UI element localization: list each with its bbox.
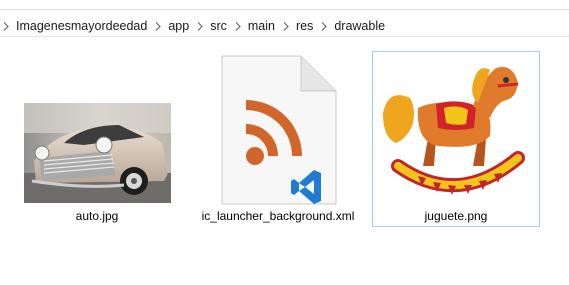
chevron-right-icon[interactable] — [153, 19, 163, 33]
breadcrumb-item-project[interactable]: Imagenesmayordeedad — [11, 16, 152, 36]
breadcrumb-item-src[interactable]: src — [205, 16, 232, 36]
chevron-right-icon[interactable] — [233, 19, 243, 33]
chevron-right-icon[interactable] — [281, 19, 291, 33]
file-item-juguete[interactable]: juguete.png — [372, 51, 540, 227]
car-photo-thumbnail — [24, 103, 171, 203]
breadcrumb-item-res[interactable]: res — [291, 16, 318, 36]
breadcrumb: Imagenesmayordeedad app src main res dra… — [0, 16, 390, 36]
file-item-ic-launcher-background[interactable]: ic_launcher_background.xml — [196, 52, 360, 227]
rocking-horse-thumbnail — [378, 58, 533, 203]
chevron-right-icon[interactable] — [1, 19, 11, 33]
file-item-auto[interactable]: auto.jpg — [20, 52, 174, 227]
chevron-right-icon[interactable] — [319, 19, 329, 33]
address-bar-breadcrumb: Imagenesmayordeedad app src main res dra… — [0, 0, 569, 37]
file-name-auto: auto.jpg — [75, 209, 119, 223]
file-name-ic-launcher-background: ic_launcher_background.xml — [201, 209, 355, 223]
xml-file-icon — [221, 55, 337, 205]
breadcrumb-item-main[interactable]: main — [243, 16, 280, 36]
address-bar-top-border — [0, 0, 569, 10]
breadcrumb-item-app[interactable]: app — [163, 16, 194, 36]
chevron-right-icon[interactable] — [195, 19, 205, 33]
breadcrumb-item-drawable[interactable]: drawable — [329, 16, 390, 36]
file-name-juguete: juguete.png — [424, 209, 488, 223]
